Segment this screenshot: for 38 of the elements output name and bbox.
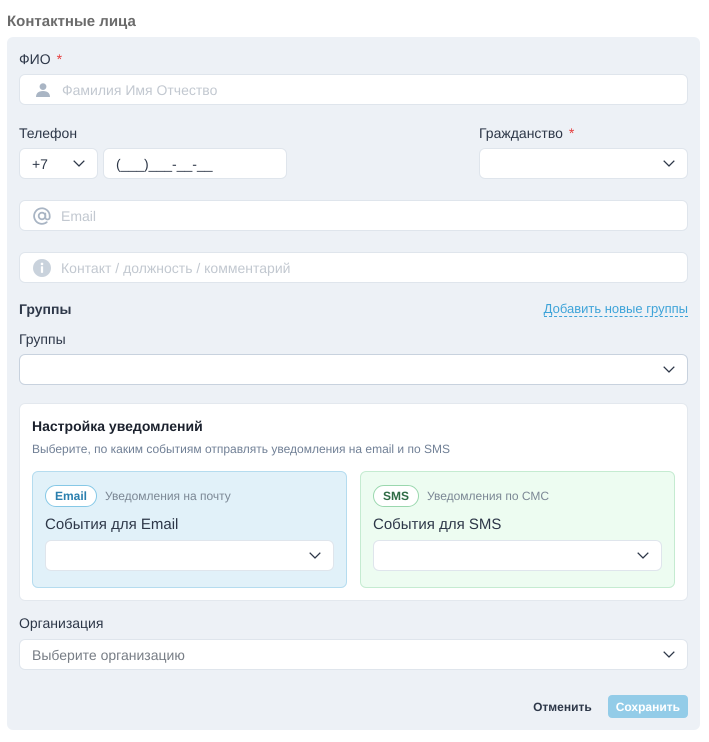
chevron-down-icon	[663, 160, 675, 167]
field-label: Телефон	[19, 124, 78, 142]
add-groups-link[interactable]: Добавить новые группы	[544, 301, 688, 317]
field-label: ФИО	[19, 50, 51, 68]
field-label: События для Email	[45, 516, 178, 534]
info-icon	[33, 258, 51, 276]
field-label: Группы	[19, 330, 66, 348]
chevron-down-icon	[663, 651, 675, 658]
section-title: Контактные лица	[7, 14, 137, 30]
events-select[interactable]	[45, 540, 334, 571]
groups-select[interactable]	[19, 354, 688, 385]
person-icon	[36, 82, 50, 96]
field-label: Организация	[19, 614, 104, 632]
channel-badge: Email	[45, 485, 98, 507]
channel-badge: SMS	[373, 485, 420, 507]
citizenship-select[interactable]	[479, 148, 688, 179]
channel-caption: Уведомления на почту	[105, 489, 231, 503]
groups-heading: Группы	[19, 301, 72, 317]
field-label: События для SMS	[373, 516, 502, 534]
card-description: Выберите, по каким событиям отправлять уведомления на email и по SMS	[32, 441, 451, 457]
required-mark: *	[568, 124, 574, 142]
full-name-field[interactable]: Фамилия Имя Отчество	[19, 74, 688, 105]
field-label: Гражданство	[479, 124, 563, 142]
organization-select[interactable]: Выберите организацию	[19, 639, 688, 670]
required-mark: *	[56, 50, 62, 68]
phone-field[interactable]: (___)___-__-__	[103, 148, 287, 179]
chevron-down-icon	[663, 366, 675, 373]
channel-caption: Уведомления по СМС	[427, 489, 550, 503]
chevron-down-icon	[73, 160, 85, 167]
chevron-down-icon	[309, 552, 321, 559]
email-field[interactable]: Email	[19, 200, 688, 231]
card-title: Настройка уведомлений	[32, 417, 204, 435]
country-code-select[interactable]: +7	[19, 148, 98, 179]
contact-comment-field[interactable]: Контакт / должность / комментарий	[19, 252, 688, 283]
chevron-down-icon	[637, 552, 649, 559]
cancel-button[interactable]: Отменить	[531, 695, 594, 718]
events-select[interactable]	[373, 540, 662, 571]
at-sign-icon	[33, 206, 51, 224]
